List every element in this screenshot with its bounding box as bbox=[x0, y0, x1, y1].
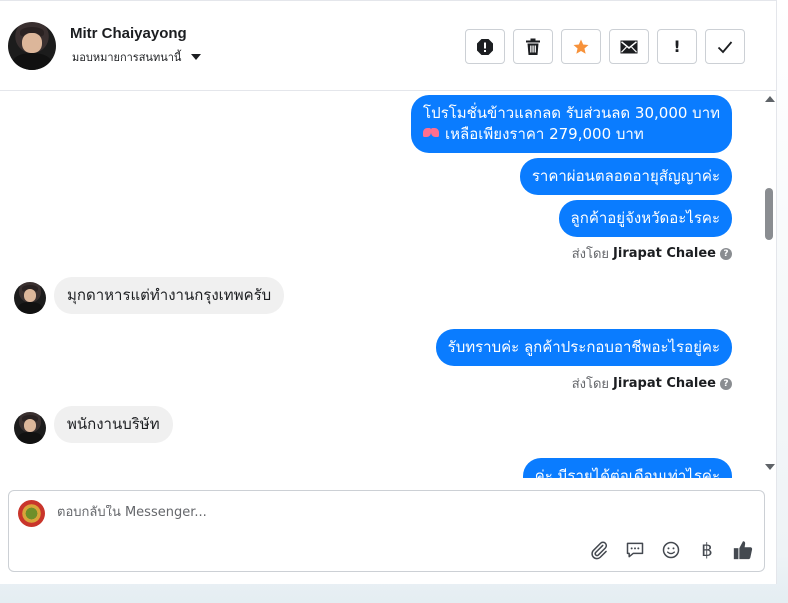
message-text: โปรโมชั่นข้าวแลกลด รับส่วนลด 30,000 บาท bbox=[423, 104, 720, 122]
smiley-icon bbox=[662, 541, 680, 559]
sent-by-prefix: ส่งโดย bbox=[571, 377, 610, 392]
scroll-down-arrow-icon[interactable] bbox=[765, 464, 775, 470]
star-icon bbox=[573, 39, 589, 54]
composer-tools: ฿ bbox=[588, 539, 754, 561]
message-outgoing[interactable]: โปรโมชั่นข้าวแลกลด รับส่วนลด 30,000 บาท … bbox=[411, 95, 732, 153]
mark-spam-button[interactable] bbox=[465, 29, 505, 64]
page-avatar bbox=[18, 500, 45, 527]
star-button[interactable] bbox=[561, 29, 601, 64]
sent-by-label: ส่งโดย Jirapat Chalee ? bbox=[572, 373, 732, 394]
mark-unread-button[interactable] bbox=[609, 29, 649, 64]
follow-up-button[interactable]: ! bbox=[657, 29, 697, 64]
alert-octagon-icon bbox=[477, 38, 493, 55]
message-line: เหลือเพียงราคา 279,000 บาท bbox=[423, 124, 720, 145]
help-icon[interactable]: ? bbox=[720, 247, 732, 260]
message-outgoing[interactable]: ค่ะ มีรายได้ต่อเดือนเท่าไรค่ะ bbox=[522, 458, 732, 478]
reply-composer: ฿ bbox=[8, 490, 765, 572]
message-outgoing[interactable]: ราคาผ่อนตลอดอายุสัญญาค่ะ bbox=[519, 158, 732, 195]
thread-scrollbar[interactable] bbox=[763, 92, 777, 476]
conversation-toolbar: ! bbox=[465, 29, 745, 64]
sent-by-prefix: ส่งโดย bbox=[571, 247, 610, 262]
help-icon[interactable]: ? bbox=[720, 377, 732, 390]
sender-name: Jirapat Chalee bbox=[613, 376, 716, 391]
conversation-panel: Mitr Chaiyayong มอบหมายการสนทนานี้ ! โปร… bbox=[0, 0, 777, 584]
envelope-icon bbox=[620, 40, 638, 53]
thumbs-up-icon bbox=[733, 541, 753, 560]
contact-avatar-small bbox=[14, 412, 46, 444]
reply-input[interactable] bbox=[57, 505, 657, 520]
conversation-header: Mitr Chaiyayong มอบหมายการสนทนานี้ ! bbox=[0, 0, 777, 91]
assign-label: มอบหมายการสนทนานี้ bbox=[72, 51, 182, 64]
exclamation-icon: ! bbox=[673, 37, 681, 56]
message-text: เหลือเพียงราคา 279,000 บาท bbox=[445, 125, 644, 143]
assign-conversation-dropdown[interactable]: มอบหมายการสนทนานี้ bbox=[72, 48, 202, 66]
attach-button[interactable] bbox=[588, 539, 610, 561]
paperclip-icon bbox=[591, 541, 608, 560]
delete-button[interactable] bbox=[513, 29, 553, 64]
caret-down-icon bbox=[191, 54, 202, 60]
scroll-up-arrow-icon[interactable] bbox=[765, 96, 775, 102]
message-incoming[interactable]: มุกดาหารแต่ทำงานกรุงเทพครับ bbox=[54, 277, 285, 314]
contact-avatar-small bbox=[14, 282, 46, 314]
payment-button[interactable]: ฿ bbox=[696, 539, 718, 561]
sent-by-label: ส่งโดย Jirapat Chalee ? bbox=[572, 243, 732, 264]
speech-bubble-icon bbox=[626, 542, 644, 558]
contact-name[interactable]: Mitr Chaiyayong bbox=[70, 25, 187, 42]
saved-replies-button[interactable] bbox=[624, 539, 646, 561]
message-incoming[interactable]: พนักงานบริษัท bbox=[54, 406, 173, 443]
ribbon-icon bbox=[423, 126, 439, 140]
mark-done-button[interactable] bbox=[705, 29, 745, 64]
message-outgoing[interactable]: รับทราบค่ะ ลูกค้าประกอบอาชีพอะไรอยู่คะ bbox=[435, 329, 732, 366]
baht-icon: ฿ bbox=[701, 539, 713, 561]
emoji-button[interactable] bbox=[660, 539, 682, 561]
scroll-thumb[interactable] bbox=[765, 188, 773, 240]
checkmark-icon bbox=[717, 40, 733, 53]
trash-icon bbox=[526, 38, 540, 55]
sender-name: Jirapat Chalee bbox=[613, 246, 716, 261]
contact-avatar[interactable] bbox=[8, 22, 56, 70]
like-button[interactable] bbox=[732, 539, 754, 561]
message-thread[interactable]: โปรโมชั่นข้าวแลกลด รับส่วนลด 30,000 บาท … bbox=[0, 92, 760, 478]
message-outgoing[interactable]: ลูกค้าอยู่จังหวัดอะไรคะ bbox=[558, 200, 732, 237]
